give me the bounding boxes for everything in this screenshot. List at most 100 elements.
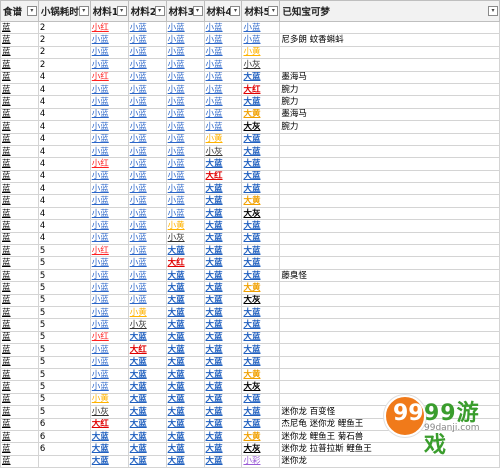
filter-dropdown-icon[interactable]: ▾: [268, 6, 279, 16]
cell-material-4[interactable]: 大蓝: [203, 442, 243, 456]
cell-known-pokemon[interactable]: [279, 144, 500, 159]
cell-material-1[interactable]: 小蓝: [89, 132, 129, 146]
cell-material-2[interactable]: 小蓝: [127, 281, 167, 295]
cell-known-pokemon[interactable]: [279, 293, 500, 308]
cell-material-5[interactable]: 大蓝: [241, 256, 281, 270]
cell-time[interactable]: 5: [37, 256, 91, 270]
cell-material-3[interactable]: 小蓝: [165, 157, 205, 171]
header-material2[interactable]: 材料2 ▾: [127, 0, 167, 22]
cell-material-4[interactable]: 大蓝: [203, 318, 243, 332]
cell-known-pokemon[interactable]: [279, 305, 500, 320]
cell-material-1[interactable]: 小蓝: [89, 293, 129, 308]
cell-material-5[interactable]: 大蓝: [241, 157, 281, 171]
cell-material-3[interactable]: 小蓝: [165, 182, 205, 196]
cell-material-2[interactable]: 小蓝: [127, 82, 167, 97]
cell-time[interactable]: 5: [37, 318, 91, 332]
cell-material-2[interactable]: 小蓝: [127, 206, 167, 221]
cell-material-1[interactable]: 大蓝: [89, 429, 129, 444]
cell-known-pokemon[interactable]: [279, 380, 500, 394]
cell-material-4[interactable]: 大蓝: [203, 405, 243, 419]
cell-material-3[interactable]: 大蓝: [165, 405, 205, 419]
cell-material-1[interactable]: 小蓝: [89, 45, 129, 60]
cell-material-4[interactable]: 大蓝: [203, 194, 243, 208]
cell-material-4[interactable]: 小蓝: [203, 20, 243, 35]
cell-material-4[interactable]: 大蓝: [203, 206, 243, 221]
cell-known-pokemon[interactable]: [279, 194, 500, 208]
cell-recipe[interactable]: 蓝: [0, 330, 39, 345]
cell-recipe[interactable]: 蓝: [0, 58, 39, 72]
cell-material-2[interactable]: 小蓝: [127, 194, 167, 208]
cell-recipe[interactable]: 蓝: [0, 231, 39, 246]
cell-material-5[interactable]: 大蓝: [241, 268, 281, 283]
cell-material-1[interactable]: 小蓝: [89, 343, 129, 357]
filter-dropdown-icon[interactable]: ▾: [78, 6, 89, 16]
cell-material-3[interactable]: 小蓝: [165, 206, 205, 221]
cell-known-pokemon[interactable]: [279, 157, 500, 171]
cell-material-3[interactable]: 大蓝: [165, 330, 205, 345]
cell-time[interactable]: 5: [37, 281, 91, 295]
cell-known-pokemon[interactable]: [279, 343, 500, 357]
cell-material-3[interactable]: 大蓝: [165, 367, 205, 382]
cell-material-1[interactable]: 小红: [89, 330, 129, 345]
cell-known-pokemon[interactable]: [279, 169, 500, 184]
cell-known-pokemon[interactable]: [279, 244, 500, 258]
cell-material-4[interactable]: 大蓝: [203, 281, 243, 295]
cell-material-3[interactable]: 大蓝: [165, 442, 205, 456]
cell-time[interactable]: 4: [37, 70, 91, 84]
cell-material-4[interactable]: 小蓝: [203, 120, 243, 134]
cell-material-2[interactable]: 小蓝: [127, 231, 167, 246]
cell-material-3[interactable]: 小黄: [165, 219, 205, 233]
cell-material-4[interactable]: 大蓝: [203, 231, 243, 246]
cell-material-3[interactable]: 小蓝: [165, 107, 205, 122]
cell-material-5[interactable]: 大蓝: [241, 182, 281, 196]
cell-material-2[interactable]: 小蓝: [127, 120, 167, 134]
cell-material-5[interactable]: 大黄: [241, 429, 281, 444]
cell-material-5[interactable]: 大蓝: [241, 169, 281, 184]
cell-material-4[interactable]: 大蓝: [203, 429, 243, 444]
cell-material-5[interactable]: 大黄: [241, 281, 281, 295]
cell-known-pokemon[interactable]: [279, 219, 500, 233]
cell-material-2[interactable]: 小蓝: [127, 182, 167, 196]
cell-material-1[interactable]: 小蓝: [89, 231, 129, 246]
cell-material-5[interactable]: 大蓝: [241, 95, 281, 109]
cell-recipe[interactable]: 蓝: [0, 454, 39, 468]
cell-recipe[interactable]: 蓝: [0, 194, 39, 208]
filter-dropdown-icon[interactable]: ▾: [116, 6, 127, 16]
cell-material-5[interactable]: 小蓝: [241, 33, 281, 47]
cell-material-3[interactable]: 小灰: [165, 231, 205, 246]
cell-material-5[interactable]: 大蓝: [241, 392, 281, 407]
cell-material-2[interactable]: 小蓝: [127, 33, 167, 47]
cell-material-2[interactable]: 大红: [127, 343, 167, 357]
cell-material-3[interactable]: 大蓝: [165, 380, 205, 394]
cell-material-4[interactable]: 大蓝: [203, 293, 243, 308]
cell-known-pokemon[interactable]: 墨海马: [279, 70, 500, 84]
cell-material-5[interactable]: 大黄: [241, 194, 281, 208]
cell-time[interactable]: 5: [37, 367, 91, 382]
cell-material-1[interactable]: 小蓝: [89, 33, 129, 47]
cell-material-2[interactable]: 小蓝: [127, 293, 167, 308]
cell-time[interactable]: [37, 454, 91, 468]
cell-known-pokemon[interactable]: [279, 256, 500, 270]
cell-material-3[interactable]: 大蓝: [165, 355, 205, 369]
cell-time[interactable]: 4: [37, 194, 91, 208]
cell-material-1[interactable]: 小灰: [89, 405, 129, 419]
cell-material-4[interactable]: 大蓝: [203, 157, 243, 171]
cell-known-pokemon[interactable]: [279, 206, 500, 221]
cell-recipe[interactable]: 蓝: [0, 120, 39, 134]
cell-time[interactable]: 2: [37, 20, 91, 35]
cell-material-3[interactable]: 小蓝: [165, 33, 205, 47]
cell-material-5[interactable]: 小灰: [241, 58, 281, 72]
cell-material-4[interactable]: 大蓝: [203, 330, 243, 345]
header-recipe[interactable]: 食谱 ▾: [0, 0, 39, 22]
cell-material-4[interactable]: 大蓝: [203, 343, 243, 357]
cell-recipe[interactable]: 蓝: [0, 169, 39, 184]
header-time[interactable]: 小锅耗时 ▾: [37, 0, 91, 22]
cell-material-4[interactable]: 大蓝: [203, 417, 243, 431]
cell-time[interactable]: 5: [37, 330, 91, 345]
cell-recipe[interactable]: 蓝: [0, 429, 39, 444]
cell-material-1[interactable]: 小蓝: [89, 182, 129, 196]
cell-time[interactable]: 5: [37, 305, 91, 320]
cell-material-3[interactable]: 小蓝: [165, 58, 205, 72]
cell-material-4[interactable]: 大蓝: [203, 268, 243, 283]
cell-recipe[interactable]: 蓝: [0, 380, 39, 394]
